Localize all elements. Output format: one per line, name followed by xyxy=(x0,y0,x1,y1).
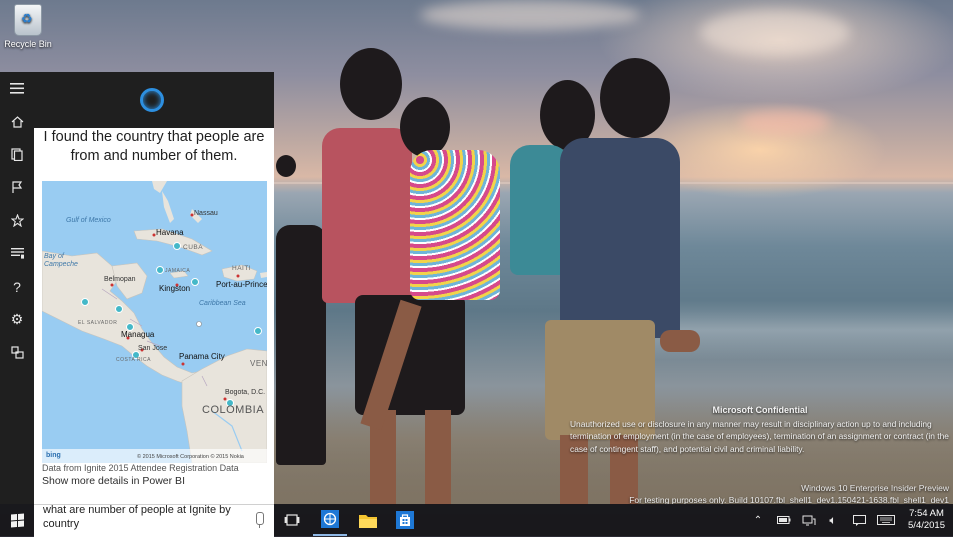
map-label-bogota: Bogota, D.C. xyxy=(225,389,266,396)
windows-logo-icon xyxy=(10,513,24,527)
help-icon[interactable]: ? xyxy=(0,270,34,303)
answer-title: I found the country that people are from… xyxy=(43,129,265,164)
confidential-body: Unauthorized use or disclosure in any ma… xyxy=(570,418,949,454)
start-button[interactable] xyxy=(0,504,34,536)
task-view-button[interactable] xyxy=(275,504,309,536)
edition-text: Windows 10 Enterprise Insider Preview xyxy=(801,483,949,493)
map-label-kingston: Kingston xyxy=(159,284,191,293)
notebook-icon[interactable] xyxy=(0,138,34,171)
touch-keyboard-icon[interactable] xyxy=(875,504,897,536)
task-view-icon xyxy=(284,514,300,526)
cortana-answer-card: I found the country that people are from… xyxy=(34,128,274,504)
network-icon[interactable] xyxy=(800,504,818,536)
chevron-up-icon: ⌃ xyxy=(753,514,763,526)
map-label-panama-city: Panama City xyxy=(179,352,225,361)
favorites-icon[interactable] xyxy=(0,204,34,237)
map-label-costa-rica: COSTA RICA xyxy=(116,357,151,363)
internet-explorer-button[interactable] xyxy=(313,504,347,536)
microphone-icon[interactable] xyxy=(256,512,264,528)
volume-icon[interactable]: 🔈︎ xyxy=(824,504,842,536)
cortana-logo-icon xyxy=(140,88,164,112)
map-label-haiti: HAITI xyxy=(232,265,252,272)
build-watermark: Windows 10 Enterprise Insider Preview Fo… xyxy=(629,482,949,506)
clock-date: 5/4/2015 xyxy=(908,520,945,531)
data-source-caption: Data from Ignite 2015 Attendee Registrat… xyxy=(42,463,239,473)
map-label-managua: Managua xyxy=(121,330,155,339)
map-label-el-salvador: EL SALVADOR xyxy=(78,320,118,326)
recycle-bin-icon xyxy=(14,4,42,36)
map-label-san-jose: San Jose xyxy=(138,345,168,352)
file-explorer-button[interactable] xyxy=(351,504,385,536)
cortana-nav-rail: ? ⚙ xyxy=(0,72,34,504)
cortana-header xyxy=(34,72,274,128)
map-label-gulf-of-mexico: Gulf of Mexico xyxy=(66,217,111,224)
search-query-text[interactable]: what are number of people at Ignite by c… xyxy=(43,503,243,531)
map-label-havana: Havana xyxy=(156,228,184,237)
devices-icon[interactable] xyxy=(0,336,34,369)
map-label-jamaica: JAMAICA xyxy=(165,268,191,274)
internet-explorer-icon xyxy=(321,510,339,528)
store-button[interactable] xyxy=(388,504,422,536)
map-label-nassau: Nassau xyxy=(194,210,218,217)
recycle-bin-desktop-icon[interactable]: Recycle Bin xyxy=(4,2,52,49)
map-label-belmopan: Belmopan xyxy=(104,276,136,283)
map-label-caribbean-sea: Caribbean Sea xyxy=(199,300,246,307)
cortana-search-box[interactable]: what are number of people at Ignite by c… xyxy=(34,504,274,537)
answer-map[interactable]: Gulf of Mexico Nassau Havana CUBA Bay of… xyxy=(42,181,267,463)
map-label-venezuela: VENE xyxy=(250,359,267,368)
map-copyright: © 2015 Microsoft Corporation © 2015 Noki… xyxy=(137,454,244,460)
bing-logo: bing xyxy=(46,452,61,459)
store-icon xyxy=(396,511,414,529)
hamburger-icon[interactable] xyxy=(0,72,34,105)
clock[interactable]: 7:54 AM 5/4/2015 xyxy=(908,508,945,532)
map-footer: bing © 2015 Microsoft Corporation © 2015… xyxy=(42,449,267,463)
map-label-port-au-prince: Port-au-Prince xyxy=(216,280,267,289)
battery-icon[interactable] xyxy=(775,504,793,536)
confidential-heading: Microsoft Confidential xyxy=(712,405,808,415)
action-center-icon[interactable] xyxy=(850,504,868,536)
clock-time: 7:54 AM xyxy=(909,508,944,519)
feedback-list-icon[interactable] xyxy=(0,237,34,270)
file-explorer-icon xyxy=(359,514,377,528)
home-icon[interactable] xyxy=(0,105,34,138)
map-label-colombia: COLOMBIA xyxy=(202,404,265,416)
reminders-icon[interactable] xyxy=(0,171,34,204)
settings-icon[interactable]: ⚙ xyxy=(0,303,34,336)
confidential-watermark: Microsoft Confidential Unauthorized use … xyxy=(570,404,950,455)
recycle-bin-label: Recycle Bin xyxy=(4,39,52,49)
map-label-cuba: CUBA xyxy=(183,244,204,251)
power-bi-link[interactable]: Show more details in Power BI xyxy=(42,475,185,487)
show-hidden-icons-button[interactable]: ⌃ xyxy=(750,504,766,536)
map-label-bay-of-campeche: Bay of Campeche xyxy=(44,253,78,268)
